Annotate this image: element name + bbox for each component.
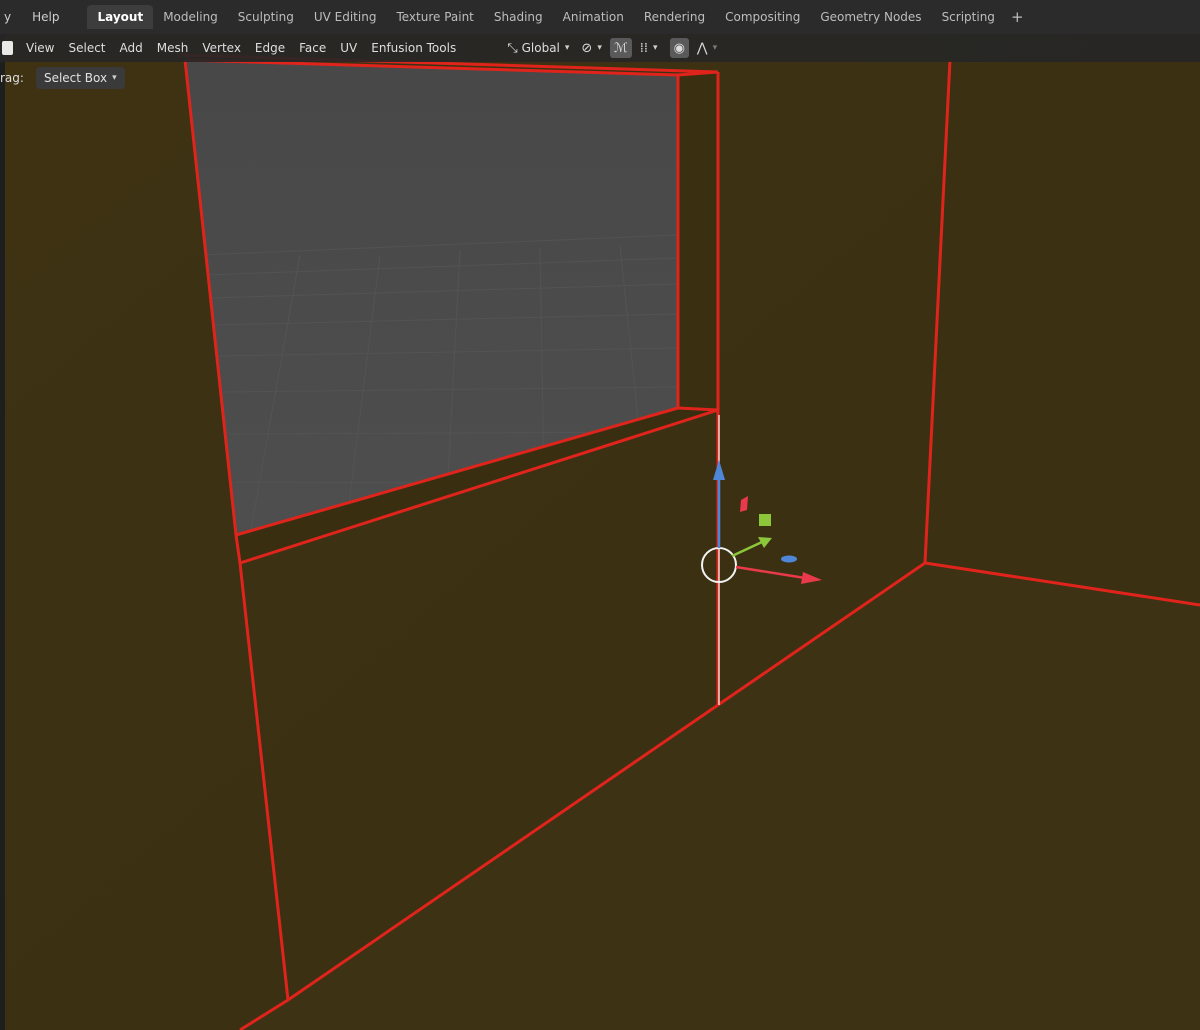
drag-select-dropdown[interactable]: Select Box ▾ (35, 67, 125, 89)
menu-face[interactable]: Face (292, 41, 333, 55)
magnet-icon: ℳ (613, 40, 628, 56)
editor-type-icon[interactable] (2, 41, 13, 55)
3d-viewport[interactable] (0, 0, 1200, 1030)
chevron-down-icon: ▾ (112, 73, 117, 83)
tool-settings-bar: rag: Select Box ▾ (0, 66, 125, 90)
snap-target-icon: ⁞⁞ (639, 40, 649, 56)
menu-uv[interactable]: UV (333, 41, 364, 55)
gizmo-xz-plane-handle[interactable] (759, 514, 771, 526)
right-wall-face (925, 60, 1200, 605)
menu-add[interactable]: Add (113, 41, 150, 55)
menu-view[interactable]: View (19, 41, 61, 55)
tab-texture-paint[interactable]: Texture Paint (386, 5, 483, 29)
menu-select[interactable]: Select (61, 41, 112, 55)
transform-orientation-dropdown[interactable]: ⤡ Global ▾ (501, 41, 575, 56)
menu-edge[interactable]: Edge (248, 41, 292, 55)
tab-layout[interactable]: Layout (87, 5, 154, 29)
pivot-point-dropdown[interactable]: ⊘ ▾ (577, 38, 605, 58)
pivot-icon: ⊘ (581, 40, 593, 56)
tab-modeling[interactable]: Modeling (153, 5, 228, 29)
tab-scripting[interactable]: Scripting (932, 5, 1005, 29)
transform-orientation-value: Global (521, 41, 560, 55)
drag-select-value: Select Box (43, 71, 108, 85)
chevron-down-icon: ▾ (712, 43, 718, 53)
menu-help[interactable]: Help (23, 6, 87, 28)
tab-shading[interactable]: Shading (484, 5, 553, 29)
blender-window: y Help Layout Modeling Sculpting UV Edit… (0, 0, 1200, 1030)
tab-compositing[interactable]: Compositing (715, 5, 810, 29)
toolbar-edge (0, 0, 5, 1030)
drag-label: rag: (0, 71, 24, 85)
tab-uv-editing[interactable]: UV Editing (304, 5, 387, 29)
tab-rendering[interactable]: Rendering (634, 5, 715, 29)
tab-geometry-nodes[interactable]: Geometry Nodes (810, 5, 931, 29)
viewport-header: View Select Add Mesh Vertex Edge Face UV… (0, 34, 1200, 62)
snap-target-dropdown[interactable]: ⁞⁞ ▾ (636, 38, 662, 58)
tab-animation[interactable]: Animation (553, 5, 634, 29)
snap-toggle[interactable]: ℳ (609, 38, 632, 58)
falloff-curve-icon: ⋀ (696, 40, 708, 56)
menu-enfusion-tools[interactable]: Enfusion Tools (364, 41, 463, 55)
proportional-falloff-dropdown[interactable]: ⋀ ▾ (693, 38, 721, 58)
header-tools: ⤡ Global ▾ ⊘ ▾ ℳ ⁞⁞ ▾ ◉ ⋀ ▾ (501, 38, 723, 58)
proportional-edit-toggle[interactable]: ◉ (669, 38, 689, 58)
chevron-down-icon: ▾ (597, 43, 602, 53)
menu-mesh[interactable]: Mesh (150, 41, 196, 55)
chevron-down-icon: ▾ (653, 43, 658, 53)
transform-orientation-icon: ⤡ (507, 40, 518, 56)
add-workspace-icon[interactable]: + (1005, 8, 1030, 26)
tab-sculpting[interactable]: Sculpting (228, 5, 304, 29)
proportional-edit-icon: ◉ (673, 40, 685, 56)
chevron-down-icon: ▾ (564, 43, 570, 53)
menu-vertex[interactable]: Vertex (195, 41, 248, 55)
gizmo-xy-plane-handle[interactable] (781, 555, 797, 563)
workspace-topbar: y Help Layout Modeling Sculpting UV Edit… (0, 0, 1200, 34)
menu-window[interactable]: y (0, 6, 23, 28)
viewport-scene (0, 0, 1200, 1030)
